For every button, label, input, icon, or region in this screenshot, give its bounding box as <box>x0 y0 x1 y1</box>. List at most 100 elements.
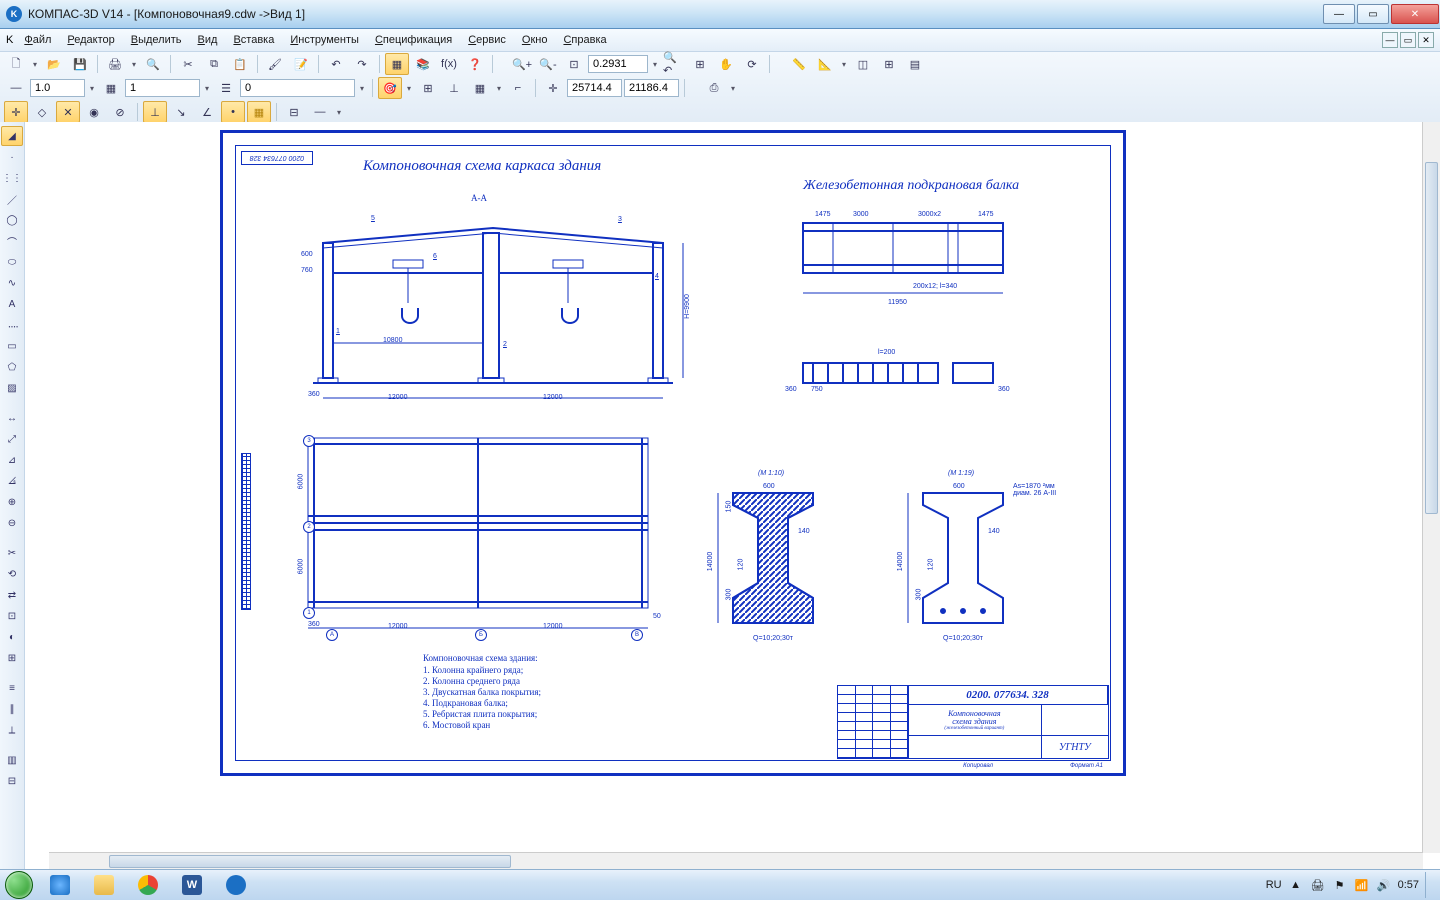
menu-help[interactable]: Справка <box>556 32 613 48</box>
layer-mgr-button[interactable]: ☰ <box>214 77 238 99</box>
tool-param3[interactable]: ⟂ <box>1 720 23 740</box>
dropdown-icon[interactable]: ▾ <box>404 84 414 93</box>
tool-arc[interactable]: ⌒ <box>1 231 23 251</box>
tray-printer-icon[interactable]: 🖨 <box>1310 877 1326 893</box>
menu-editor[interactable]: Редактор <box>60 32 121 48</box>
show-desktop-button[interactable] <box>1425 872 1434 898</box>
library-button[interactable]: 📚 <box>411 53 435 75</box>
tool-rect[interactable]: ▭ <box>1 336 23 356</box>
snap-grid[interactable]: ▦ <box>247 101 271 123</box>
pan-button[interactable]: ✋ <box>714 53 738 75</box>
start-button[interactable] <box>0 870 38 900</box>
menu-window[interactable]: Окно <box>515 32 555 48</box>
measure2-button[interactable]: 📐 <box>813 53 837 75</box>
grid-button[interactable]: ⊞ <box>416 77 440 99</box>
new-doc-button[interactable]: 🗋 <box>4 53 28 75</box>
measure-button[interactable]: 📏 <box>787 53 811 75</box>
help-context-button[interactable]: ❓ <box>463 53 487 75</box>
drawing-canvas[interactable]: 0200 077634 328 Компоновочная схема карк… <box>25 122 1440 870</box>
tool-dim2[interactable]: ⤢ <box>1 429 23 449</box>
menu-file[interactable]: Файл <box>17 32 58 48</box>
zoom-input[interactable] <box>588 55 648 73</box>
tray-shield-icon[interactable]: ⚑ <box>1332 877 1348 893</box>
properties-button[interactable]: 📝 <box>289 53 313 75</box>
tool-polygon[interactable]: ⬠ <box>1 357 23 377</box>
close-button[interactable]: ✕ <box>1391 4 1439 24</box>
taskbar-word[interactable]: W <box>171 871 213 899</box>
menu-spec[interactable]: Спецификация <box>368 32 459 48</box>
tool-circle[interactable]: ◯ <box>1 210 23 230</box>
undo-button[interactable]: ↶ <box>324 53 348 75</box>
dropdown-icon[interactable]: ▾ <box>30 60 40 69</box>
tool-spline[interactable]: ∿ <box>1 273 23 293</box>
tray-volume-icon[interactable]: 🔊 <box>1376 877 1392 893</box>
scrollbar-vertical[interactable] <box>1422 122 1440 853</box>
tool-edit6[interactable]: ⊞ <box>1 648 23 668</box>
tool-misc1[interactable]: ▥ <box>1 750 23 770</box>
dropdown-icon[interactable]: ▾ <box>87 84 97 93</box>
tool-ellipse[interactable]: ⬭ <box>1 252 23 272</box>
scroll-thumb[interactable] <box>1425 162 1438 514</box>
measure4-button[interactable]: ⊞ <box>877 53 901 75</box>
dropdown-icon[interactable]: ▾ <box>334 108 344 117</box>
dropdown-icon[interactable]: ▾ <box>839 60 849 69</box>
extra-button[interactable]: ⎙ <box>702 77 726 99</box>
scrollbar-horizontal[interactable] <box>49 852 1423 870</box>
tool-edit2[interactable]: ⟲ <box>1 564 23 584</box>
snap-endpoint[interactable]: ✛ <box>4 101 28 123</box>
tool-dim5[interactable]: ⊕ <box>1 492 23 512</box>
tool-aux[interactable]: ⋮⋮ <box>1 168 23 188</box>
tool-dim[interactable]: ↔ <box>1 408 23 428</box>
snap-tangent[interactable]: ⊘ <box>108 101 132 123</box>
measure3-button[interactable]: ◫ <box>851 53 875 75</box>
mdi-restore[interactable]: ▭ <box>1400 32 1416 48</box>
dropdown-icon[interactable]: ▾ <box>728 84 738 93</box>
linestyle-button[interactable]: — <box>4 77 28 99</box>
tool-geometry[interactable]: ◢ <box>1 126 23 146</box>
step-input[interactable] <box>240 79 355 97</box>
coord-y-input[interactable] <box>624 79 679 97</box>
open-button[interactable]: 📂 <box>42 53 66 75</box>
tool-text[interactable]: A <box>1 294 23 314</box>
snap-toggle[interactable]: 🎯 <box>378 77 402 99</box>
tool-hatch[interactable]: ▨ <box>1 378 23 398</box>
dropdown-icon[interactable]: ▾ <box>129 60 139 69</box>
taskbar-chrome[interactable] <box>127 871 169 899</box>
layer-input[interactable] <box>125 79 200 97</box>
taskbar-explorer[interactable] <box>83 871 125 899</box>
mdi-close[interactable]: ✕ <box>1418 32 1434 48</box>
tool-dim3[interactable]: ⊿ <box>1 450 23 470</box>
preview-button[interactable]: 🔍 <box>141 53 165 75</box>
tool-param1[interactable]: ≡ <box>1 678 23 698</box>
tool-edit4[interactable]: ⊡ <box>1 606 23 626</box>
menu-service[interactable]: Сервис <box>461 32 513 48</box>
taskbar-kompas[interactable] <box>215 871 257 899</box>
linestyle-input[interactable] <box>30 79 85 97</box>
copy-button[interactable]: ⧉ <box>202 53 226 75</box>
snap-intersect[interactable]: ✕ <box>56 101 80 123</box>
refresh-button[interactable]: ⟳ <box>740 53 764 75</box>
coord-x-input[interactable] <box>567 79 622 97</box>
tray-clock[interactable]: 0:57 <box>1398 879 1419 891</box>
cut-button[interactable]: ✂ <box>176 53 200 75</box>
redo-button[interactable]: ↷ <box>350 53 374 75</box>
snap-none[interactable]: — <box>308 101 332 123</box>
paste-button[interactable]: 📋 <box>228 53 252 75</box>
dropdown-icon[interactable]: ▾ <box>494 84 504 93</box>
tray-flag-icon[interactable]: ▲ <box>1288 877 1304 893</box>
tool-edit1[interactable]: ✂ <box>1 543 23 563</box>
tool-edit5[interactable]: ◐ <box>1 627 23 647</box>
mdi-minimize[interactable]: — <box>1382 32 1398 48</box>
minimize-button[interactable]: — <box>1323 4 1355 24</box>
tool-line[interactable]: ／ <box>1 189 23 209</box>
dropdown-icon[interactable]: ▾ <box>357 84 367 93</box>
tool-dim4[interactable]: ⦞ <box>1 471 23 491</box>
zoom-in-button[interactable]: 🔍+ <box>510 53 534 75</box>
save-button[interactable]: 💾 <box>68 53 92 75</box>
snap-perp[interactable]: ⊥ <box>143 101 167 123</box>
dropdown-icon[interactable]: ▾ <box>202 84 212 93</box>
menu-view[interactable]: Вид <box>191 32 225 48</box>
tool-point[interactable]: · <box>1 147 23 167</box>
variable-button[interactable]: f(x) <box>437 53 461 75</box>
snap-mid[interactable]: ◇ <box>30 101 54 123</box>
